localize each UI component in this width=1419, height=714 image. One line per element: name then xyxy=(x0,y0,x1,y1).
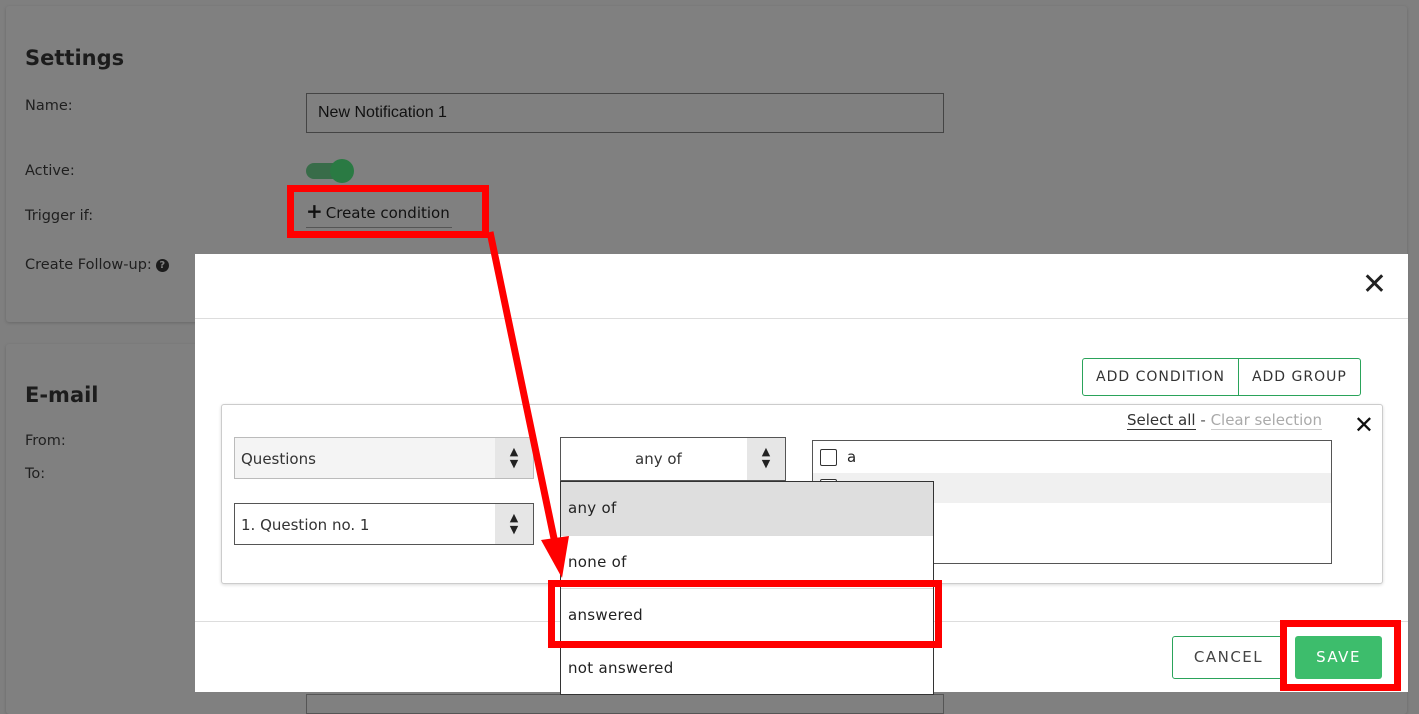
annotation-arrow xyxy=(486,231,569,578)
